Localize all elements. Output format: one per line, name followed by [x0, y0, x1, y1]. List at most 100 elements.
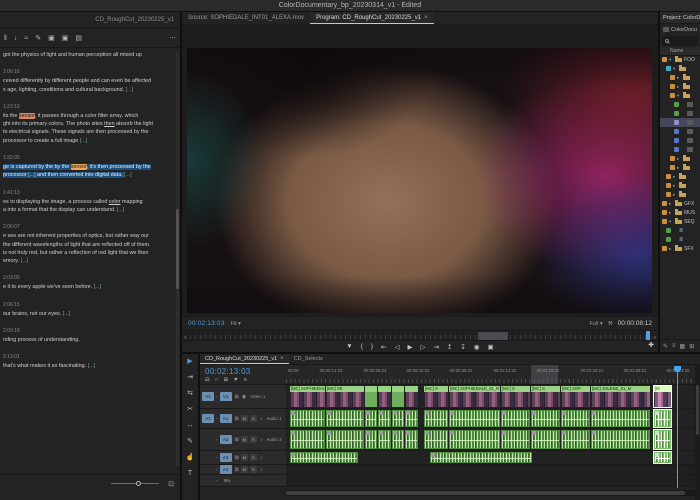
- label-chip[interactable]: [666, 192, 671, 197]
- audio-clip[interactable]: [424, 410, 448, 427]
- track-lane-a2[interactable]: [286, 429, 695, 451]
- project-item[interactable]: [660, 127, 700, 136]
- writable-pencil-icon[interactable]: ✎: [663, 343, 668, 350]
- track-target-a4[interactable]: A4: [220, 465, 232, 474]
- disclosure-icon[interactable]: ▾: [669, 219, 673, 225]
- label-chip[interactable]: [666, 228, 671, 233]
- project-item[interactable]: [660, 145, 700, 154]
- audio-clip[interactable]: [531, 430, 560, 449]
- scrollbar-thumb[interactable]: [696, 385, 699, 435]
- eye-icon[interactable]: ◉: [242, 394, 246, 400]
- audio-clip[interactable]: [392, 410, 404, 427]
- sync-lock-icon[interactable]: ⊠: [235, 416, 239, 422]
- snap-icon[interactable]: ∩: [215, 377, 219, 383]
- new-bin-icon[interactable]: ⊞: [689, 343, 694, 350]
- label-chip[interactable]: [674, 120, 679, 125]
- speaker-badge2-icon[interactable]: ▣: [62, 34, 69, 42]
- track-lane-a4[interactable]: [286, 465, 695, 475]
- play-icon[interactable]: ▶: [408, 343, 413, 351]
- icon-view-icon[interactable]: ▦: [680, 343, 686, 350]
- step-forward-icon[interactable]: ▷: [421, 343, 426, 351]
- monitor-scrubber[interactable]: 0 0: [182, 330, 658, 340]
- solo-button[interactable]: S: [250, 466, 257, 473]
- transcript-block[interactable]: got the physics of light and human perce…: [3, 51, 169, 59]
- scrubber-playhead[interactable]: [646, 331, 650, 340]
- audio-clip[interactable]: [501, 410, 530, 427]
- transcript-block[interactable]: 1:06:16ceived differently by different p…: [3, 69, 169, 94]
- lock-icon[interactable]: ▫: [216, 478, 218, 483]
- project-search-input[interactable]: [662, 36, 698, 46]
- project-item[interactable]: [660, 136, 700, 145]
- timeline-timecode[interactable]: 00:02:13:03: [205, 367, 286, 376]
- lock-icon[interactable]: ▫: [216, 467, 218, 472]
- audio-clip[interactable]: [449, 430, 500, 449]
- tab-program[interactable]: Program: CD_RoughCut_20230225_v1×: [310, 12, 434, 24]
- solo-button[interactable]: S: [250, 454, 257, 461]
- disclosure-icon[interactable]: ▸: [677, 84, 681, 90]
- expand-view-button[interactable]: ⊡: [168, 480, 174, 488]
- type-tool-icon[interactable]: T: [182, 466, 198, 482]
- track-lane-v1[interactable]: [MC] SOPHIEDAL[MC] SE[MC] S[MC] SOPHIEDA…: [286, 385, 695, 409]
- audio-clip[interactable]: [290, 410, 325, 427]
- source-patch-a1[interactable]: A1: [202, 414, 214, 423]
- video-clip[interactable]: [MC] S: [501, 386, 530, 407]
- label-chip[interactable]: [662, 219, 667, 224]
- lock-icon[interactable]: ▫: [216, 437, 218, 442]
- track-select-tool-icon[interactable]: ⇥: [182, 370, 198, 386]
- project-tab[interactable]: Project: ColorDocu: [660, 12, 700, 24]
- video-clip[interactable]: [MC] SOPHIEDALE_01_R: [449, 386, 500, 407]
- label-chip[interactable]: [666, 183, 671, 188]
- audio-clip[interactable]: [449, 410, 500, 427]
- label-chip[interactable]: [670, 93, 675, 98]
- zoom-level-dropdown[interactable]: Fit ▾: [231, 321, 241, 327]
- mic-icon[interactable]: ♪: [260, 437, 263, 443]
- track-lane-a3[interactable]: [286, 451, 695, 465]
- label-chip[interactable]: [666, 174, 671, 179]
- selection-tool-icon[interactable]: ▶: [182, 354, 198, 370]
- solo-button[interactable]: S: [250, 436, 257, 443]
- timeline-vertical-scrollbar[interactable]: [695, 365, 700, 500]
- project-item[interactable]: [660, 109, 700, 118]
- label-chip[interactable]: [674, 102, 679, 107]
- transcript-block[interactable]: 1:32:05ge is captured by the by the sens…: [3, 155, 169, 180]
- captions-icon[interactable]: ▤: [75, 34, 82, 42]
- mute-button[interactable]: M: [241, 466, 248, 473]
- video-clip[interactable]: [M: [654, 386, 671, 407]
- project-item[interactable]: ▾SEQ: [660, 217, 700, 226]
- mic-icon[interactable]: ♪: [260, 416, 263, 422]
- pause-icon[interactable]: ‖: [4, 35, 7, 42]
- transcript-blocks[interactable]: got the physics of light and human perce…: [0, 49, 173, 470]
- tab-source[interactable]: Source: SOPHIEDALE_INT01_ALEXA.mov: [182, 12, 310, 24]
- project-item[interactable]: ▾: [660, 91, 700, 100]
- video-clip[interactable]: [MC] S: [531, 386, 560, 407]
- playhead-timecode[interactable]: 00:02:13:03: [188, 320, 225, 327]
- video-clip[interactable]: [392, 386, 404, 407]
- audio-clip[interactable]: [654, 430, 671, 449]
- lock-icon[interactable]: ▫: [216, 394, 218, 399]
- export-frame-icon[interactable]: ◉: [474, 343, 480, 351]
- lock-icon[interactable]: ▫: [216, 455, 218, 460]
- disclosure-icon[interactable]: ▸: [673, 192, 677, 198]
- sync-lock-icon[interactable]: ⊠: [235, 455, 239, 461]
- transcript-block[interactable]: 2:09:18nding process of understanding.: [3, 328, 169, 344]
- video-clip[interactable]: [MC] SOPHIEDAL: [290, 386, 325, 407]
- label-chip[interactable]: [662, 246, 667, 251]
- mute-button[interactable]: M: [241, 415, 248, 422]
- disclosure-icon[interactable]: ▸: [673, 174, 677, 180]
- filter-icon[interactable]: ≈: [24, 35, 28, 42]
- transcript-block[interactable]: 2:06:15our brains, not our eyes. [...]: [3, 302, 169, 318]
- timeline-horizontal-scrollbar[interactable]: [286, 490, 695, 496]
- audio-clip[interactable]: [591, 430, 650, 449]
- disclosure-icon[interactable]: ▸: [669, 210, 673, 216]
- label-chip[interactable]: [674, 138, 679, 143]
- wrench-icon[interactable]: ⚒: [608, 321, 613, 327]
- track-target-v1[interactable]: V1: [220, 392, 232, 401]
- text-size-slider[interactable]: [111, 483, 159, 484]
- razor-tool-icon[interactable]: ✂: [182, 402, 198, 418]
- audio-clip[interactable]: [326, 410, 364, 427]
- label-chip[interactable]: [666, 66, 671, 71]
- audio-clip[interactable]: [290, 430, 325, 449]
- project-item[interactable]: ▸MUS: [660, 208, 700, 217]
- transcript-block[interactable]: 2:03:00e it to every apple we've seen be…: [3, 275, 169, 291]
- project-item[interactable]: ▾: [660, 64, 700, 73]
